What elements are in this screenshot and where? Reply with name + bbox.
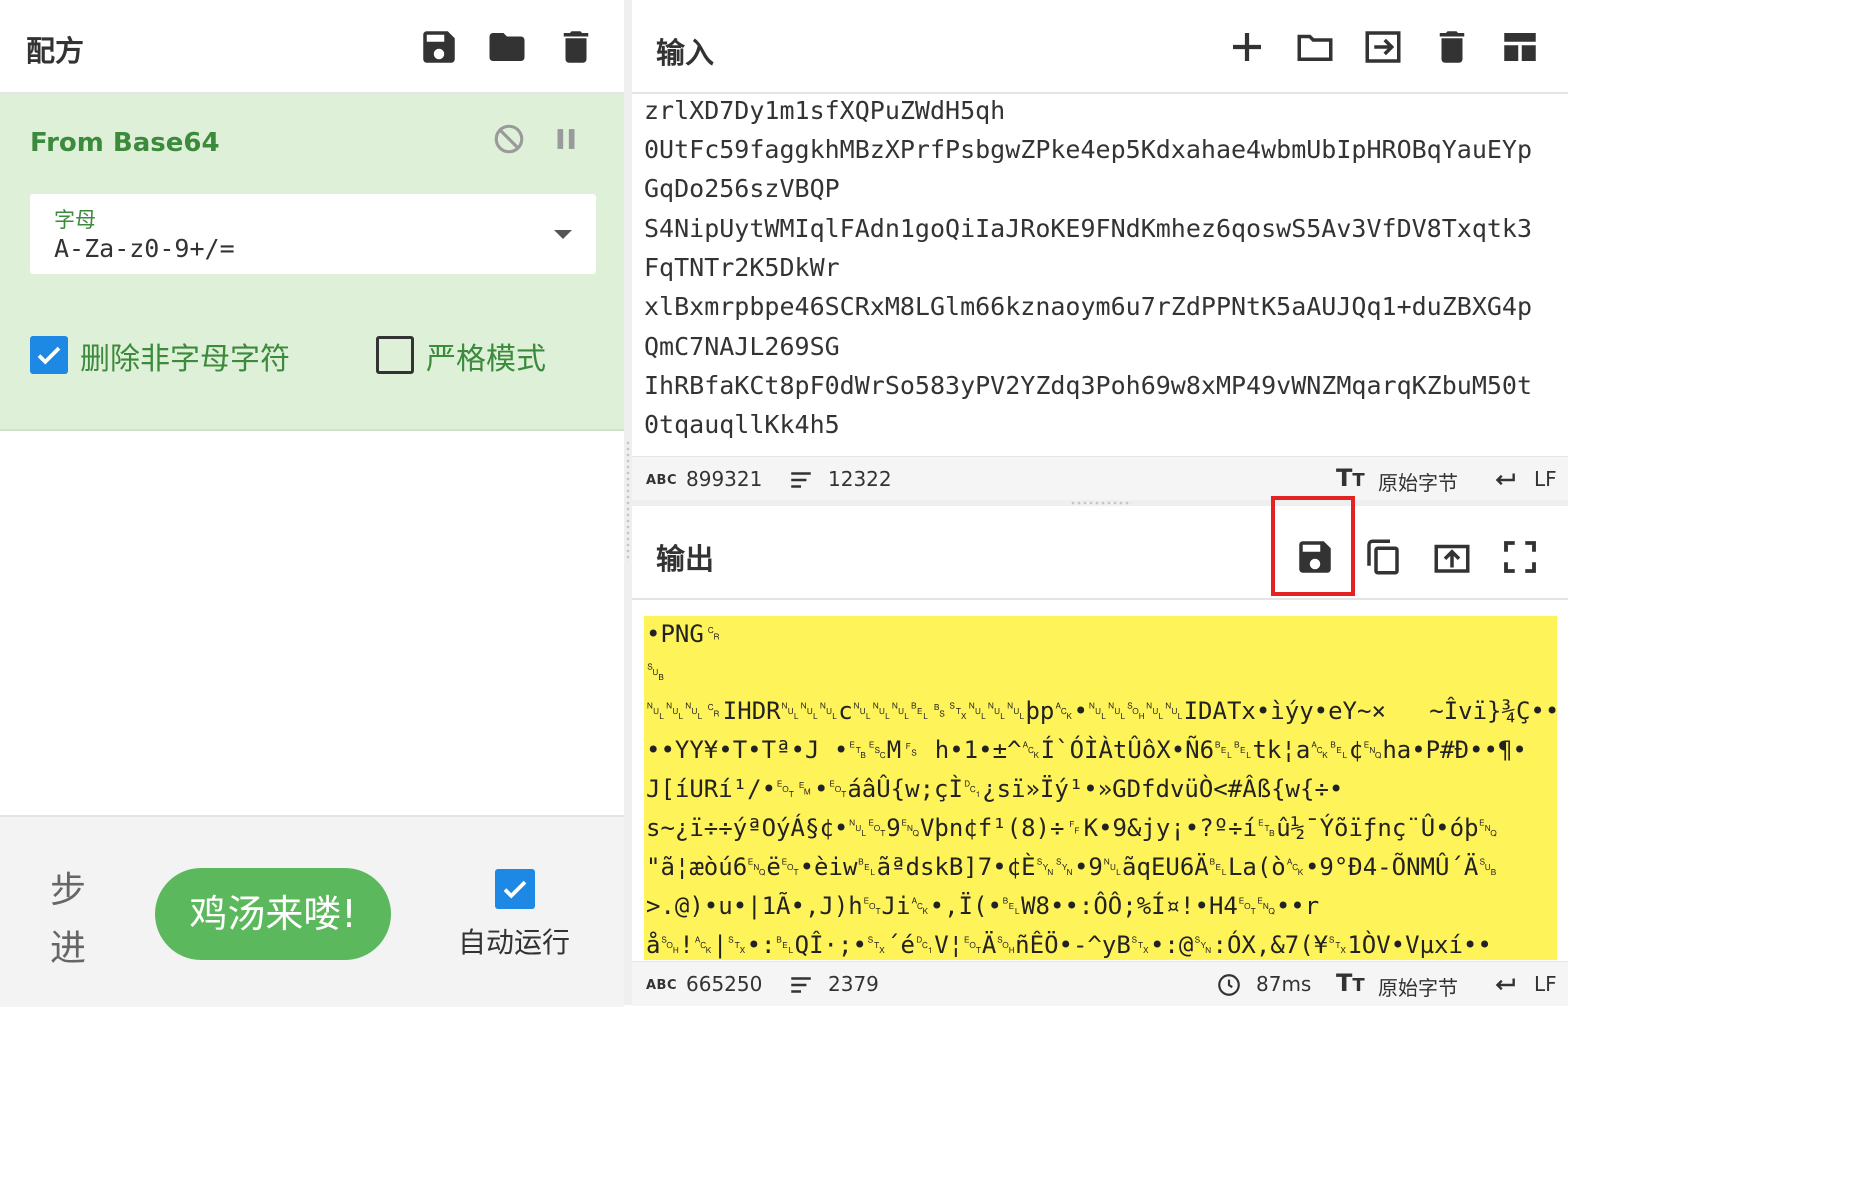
input-eol[interactable]: LF: [1534, 467, 1557, 491]
text-encoding-icon[interactable]: TT: [1336, 464, 1365, 492]
recipe-footer: 步进 鸡汤来喽! 自动运行: [0, 815, 624, 1007]
output-length: 665250: [686, 972, 763, 996]
bake-time: 87ms: [1256, 972, 1312, 996]
load-recipe-folder-icon[interactable]: [486, 26, 528, 68]
save-recipe-icon[interactable]: [418, 26, 460, 68]
input-line: IhRBfaKCt8pF0dWrSo583yPV2YZdq3Poh69w8xMP…: [644, 371, 1533, 400]
open-folder-icon[interactable]: [1294, 26, 1336, 68]
remove-non-alphabet-checkbox[interactable]: [30, 336, 68, 374]
output-title: 输出: [656, 542, 715, 576]
recipe-pane: 配方 From Base64 字母 A-Za-z0-9+/= 删除非字母字符 严…: [0, 0, 624, 1007]
input-pane: 输入 zrlXD7Dy1m1sfXQPuZWdH5qh 0UtFc59faggk…: [632, 0, 1568, 501]
output-line: "ã¦æòú6␅ë␄•èiw␇ãªdskB]7•¢È␖␖•9␀ãqEU6Ä␇La…: [646, 853, 1498, 881]
strict-mode-label: 严格模式: [426, 342, 546, 377]
abc-icon: ABC: [646, 473, 678, 488]
output-line: J[íURí¹/•␄␙•␄áâÛ{w;çÌ␑¿sï»Ïý¹•»GDfdvüÒ<#…: [646, 775, 1344, 803]
input-line: 0tqauqllKk4h5: [644, 410, 840, 439]
operation-from-base64[interactable]: From Base64 字母 A-Za-z0-9+/= 删除非字母字符 严格模式: [0, 94, 624, 431]
input-length: 899321: [686, 467, 763, 491]
input-line: GqDo256szVBQP: [644, 174, 840, 203]
output-eol[interactable]: LF: [1534, 972, 1557, 996]
input-line: xlBxmrpbpe46SCRxM8LGlm66kznaoym6u7rZdPPN…: [644, 292, 1533, 321]
alphabet-label: 字母: [54, 208, 96, 232]
reset-layout-icon[interactable]: [1499, 26, 1541, 68]
output-pane: 输出 •PNG␍ ␚ ␀␀␀␍IHDR␀␀␀c␀␀␀␇␈␂␀␀␀þp␆•␀␀␁␀…: [632, 506, 1568, 1006]
input-line: S4NipUytWMIqlFAdn1goQiIaJRoKE9FNdKmhez6q…: [644, 214, 1533, 243]
output-status-bar: ABC 665250 2379 87ms TT 原始字节 LF: [632, 961, 1568, 1006]
chevron-down-icon[interactable]: [554, 230, 572, 239]
output-line: >.@)•u•|1Ã•,J)h␄Ji␆•,Ï(•␇W8••:ÔÔ;%Í¤!•H4…: [646, 892, 1320, 920]
input-status-bar: ABC 899321 12322 TT 原始字节 LF: [632, 456, 1568, 501]
step-button[interactable]: 步进: [50, 862, 90, 978]
operation-name: From Base64: [30, 128, 220, 158]
alphabet-select[interactable]: 字母 A-Za-z0-9+/=: [30, 194, 596, 274]
input-title: 输入: [656, 36, 715, 70]
recipe-title: 配方: [26, 34, 85, 68]
lines-icon: [791, 472, 811, 488]
add-tab-icon[interactable]: [1226, 26, 1268, 68]
vertical-resize-handle[interactable]: [624, 0, 632, 1005]
input-line: FqTNTr2K5DkWr: [644, 253, 840, 282]
output-line: ␀␀␀␍IHDR␀␀␀c␀␀␀␇␈␂␀␀␀þp␆•␀␀␁␀␀IDATx•ìýy•…: [646, 697, 1557, 725]
replace-input-icon[interactable]: [1431, 536, 1473, 578]
input-line: QmC7NAJL269SG: [644, 332, 840, 361]
auto-bake-label: 自动运行: [458, 926, 571, 959]
input-encoding[interactable]: 原始字节: [1378, 467, 1458, 496]
output-line-count: 2379: [828, 972, 879, 996]
output-textarea[interactable]: •PNG␍ ␚ ␀␀␀␍IHDR␀␀␀c␀␀␀␇␈␂␀␀␀þp␆•␀␀␁␀␀ID…: [644, 616, 1557, 960]
clear-recipe-trash-icon[interactable]: [555, 26, 597, 68]
bake-button[interactable]: 鸡汤来喽!: [155, 868, 391, 960]
maximise-output-icon[interactable]: [1499, 536, 1541, 578]
text-encoding-icon[interactable]: TT: [1336, 969, 1365, 997]
eol-return-icon[interactable]: [1492, 467, 1518, 493]
output-line: ␚: [646, 658, 666, 686]
clock-icon: [1218, 974, 1240, 996]
eol-return-icon[interactable]: [1492, 972, 1518, 998]
clear-input-trash-icon[interactable]: [1431, 26, 1473, 68]
output-header: 输出: [632, 506, 1568, 600]
recipe-header: 配方: [0, 0, 624, 94]
output-encoding[interactable]: 原始字节: [1378, 972, 1458, 1001]
lines-icon: [791, 977, 811, 993]
pause-operation-icon[interactable]: [549, 122, 583, 156]
save-output-highlight: [1271, 496, 1355, 596]
copy-output-icon[interactable]: [1362, 536, 1404, 578]
output-line: •PNG␍: [646, 620, 723, 648]
output-line: s~¿ï÷÷ýªOýÁ§¢•␀␄9␅Vþn¢f¹(8)÷␌K•9&jy¡•?º÷…: [646, 814, 1498, 842]
output-line: å␁!␆|␂•:␇QÎ·;•␂´é␑V¦␄Ä␁ñÊÖ•-^yB␂•:@␖:ÓX,…: [646, 931, 1492, 959]
input-header: 输入: [632, 0, 1568, 94]
strict-mode-checkbox[interactable]: [376, 336, 414, 374]
output-line: ••YY¥•T•Tª•J •␗␛M␜ h•1•±^␆Í`ÓÌÀtÛôX•Ñ6␇␇…: [646, 736, 1527, 764]
auto-bake-checkbox[interactable]: [495, 869, 535, 909]
input-textarea[interactable]: zrlXD7Dy1m1sfXQPuZWdH5qh 0UtFc59faggkhMB…: [632, 94, 1568, 454]
remove-non-alphabet-label: 删除非字母字符: [80, 342, 290, 377]
input-line: 0UtFc59faggkhMBzXPrfPsbgwZPke4ep5Kdxahae…: [644, 135, 1533, 164]
input-line: zrlXD7Dy1m1sfXQPuZWdH5qh: [644, 96, 1006, 125]
disable-operation-icon[interactable]: [492, 122, 526, 156]
alphabet-value: A-Za-z0-9+/=: [54, 234, 235, 263]
import-file-icon[interactable]: [1362, 26, 1404, 68]
input-line-count: 12322: [828, 467, 892, 491]
abc-icon: ABC: [646, 978, 678, 993]
